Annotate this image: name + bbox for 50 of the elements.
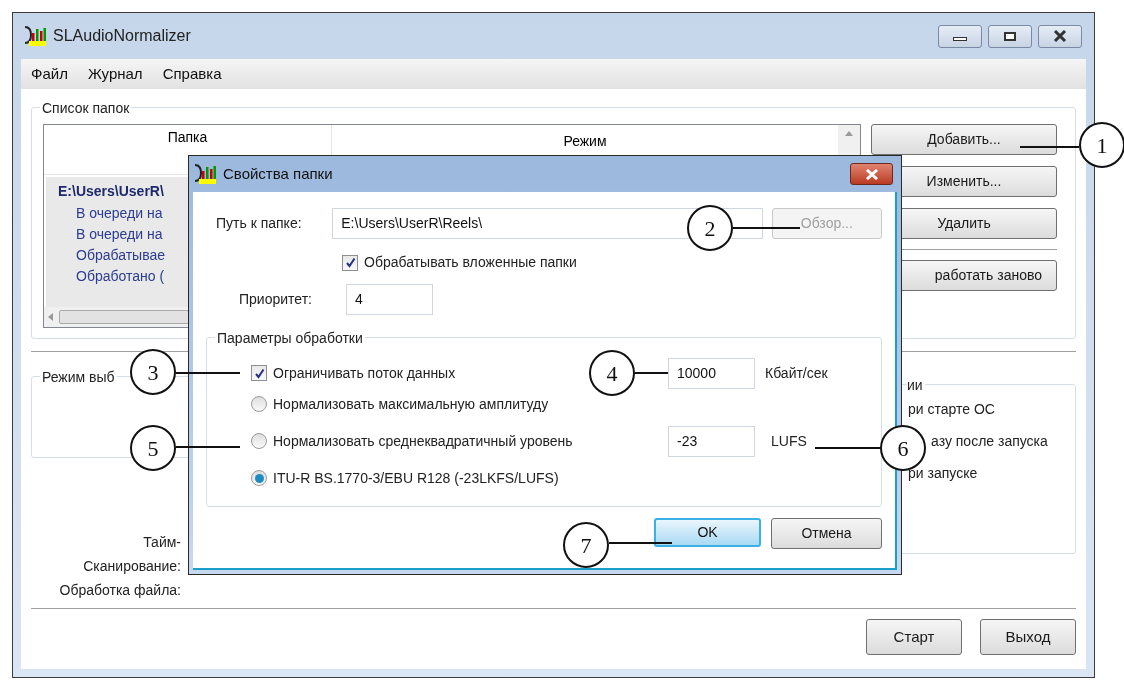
radio-label: Нормализовать среднеквадратичный уровень	[273, 431, 573, 451]
close-button[interactable]	[850, 163, 893, 185]
option-label: азу после запуска	[931, 432, 1048, 451]
close-icon	[1053, 30, 1067, 42]
button[interactable]: Отмена	[771, 518, 882, 549]
input-field[interactable]: -23	[668, 425, 755, 457]
close-button[interactable]	[1038, 24, 1082, 48]
leader-line	[609, 542, 672, 544]
status-label: Сканирование:	[83, 557, 181, 576]
checkbox[interactable]	[251, 365, 267, 381]
leader-line	[176, 372, 240, 374]
checkbox[interactable]	[342, 254, 358, 271]
unit-label: Кбайт/сек	[765, 363, 828, 383]
group-title: Параметры обработки	[215, 328, 365, 349]
field-label: Приоритет:	[238, 290, 313, 309]
status-label: Тайм-	[143, 533, 181, 552]
leader-line	[635, 372, 668, 374]
leader-line	[815, 447, 880, 449]
input-field[interactable]: 10000	[668, 357, 755, 389]
leader-line	[1020, 146, 1079, 148]
menu-item[interactable]: Файл	[31, 62, 68, 86]
checkbox-label: Обрабатывать вложенные папки	[364, 253, 577, 272]
field-label: Путь к папке:	[215, 214, 303, 233]
unit-label: LUFS	[771, 431, 807, 451]
radio-label: Нормализовать максимальную амплитуду	[273, 394, 549, 414]
button[interactable]: Добавить...	[871, 124, 1057, 155]
status-label: Обработка файла:	[59, 581, 181, 600]
ok-button[interactable]: OK	[654, 518, 761, 547]
left-arrow-icon	[48, 313, 53, 321]
radio-button[interactable]	[251, 433, 267, 449]
maximize-button[interactable]	[988, 24, 1032, 48]
leader-line	[176, 446, 240, 448]
menu-item[interactable]: Справка	[162, 62, 222, 86]
checkbox-label: Ограничивать поток данных	[273, 363, 456, 383]
radio-label: ITU-R BS.1770-3/EBU R128 (-23LKFS/LUFS)	[273, 468, 559, 488]
menu-item[interactable]: Журнал	[87, 62, 143, 86]
callout-number: 1	[1079, 122, 1124, 168]
radio-button[interactable]	[251, 470, 267, 486]
option-label: ри старте ОС	[908, 400, 995, 419]
app-icon	[193, 163, 217, 185]
leader-line	[733, 227, 800, 229]
window-title: SLAudioNormalizer	[53, 26, 191, 46]
minimize-button[interactable]	[938, 24, 982, 48]
close-icon	[864, 168, 879, 180]
up-arrow-icon	[845, 131, 853, 136]
button[interactable]: Старт	[866, 619, 962, 655]
radio-button[interactable]	[251, 396, 267, 412]
input-field[interactable]: 4	[346, 284, 433, 315]
app-icon	[23, 25, 47, 47]
button[interactable]: Выход	[980, 619, 1076, 655]
